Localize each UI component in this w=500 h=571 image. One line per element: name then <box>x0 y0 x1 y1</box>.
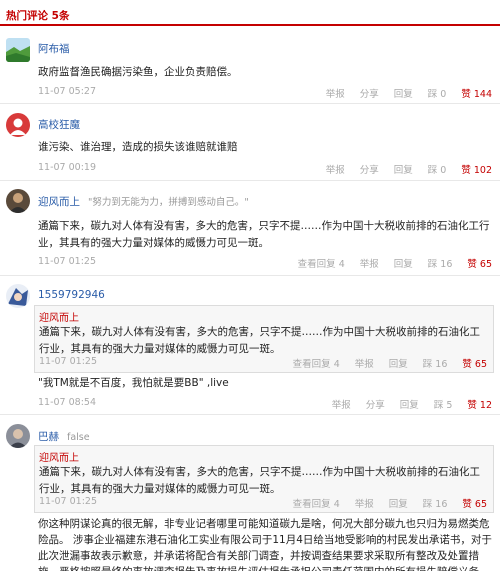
comment-username[interactable]: 迎风而上 <box>38 196 80 208</box>
quoted-text: 通篇下来，碳九对人体有没有害，多大的危害，只字不提……作为中国十大税收前排的石油… <box>39 326 480 355</box>
comment-item: 高校狂魔 谁污染、谁治理，造成的损失该谁赔就谁赔 11-07 00:19 举报 … <box>0 104 500 181</box>
like-button[interactable]: 赞 12 <box>467 397 492 411</box>
report-button[interactable]: 举报 <box>332 397 351 411</box>
user-silhouette-icon <box>10 118 26 135</box>
quoted-comment: 迎风而上 通篇下来，碳九对人体有没有害，多大的危害，只字不提……作为中国十大税收… <box>34 305 494 373</box>
comment-actions: 举报 分享 回复 踩 0 赞 144 <box>326 86 492 100</box>
photo-avatar-icon <box>6 424 30 448</box>
avatar-anime[interactable] <box>6 284 30 308</box>
reply-button[interactable]: 回复 <box>394 162 413 176</box>
comment-item: 迎风而上 "努力到无能为力，拼搏到感动自己。" 通篇下来，碳九对人体有没有害，多大… <box>0 181 500 276</box>
quoted-meta: 11-07 01:25 查看回复 4 举报 回复 踩 16 赞 65 <box>39 496 487 510</box>
comment-username[interactable]: 高校狂魔 <box>38 117 80 132</box>
dislike-button[interactable]: 踩 0 <box>428 162 447 176</box>
report-button[interactable]: 举报 <box>355 496 374 510</box>
like-button[interactable]: 赞 65 <box>462 356 487 370</box>
comment-text: 谁污染、谁治理，造成的损失该谁赔就谁赔 <box>38 141 238 153</box>
user-signature: "努力到无能为力，拼搏到感动自己。" <box>88 197 249 208</box>
comment-time: 11-07 05:27 <box>38 86 97 97</box>
comment-time: 11-07 08:54 <box>38 397 97 408</box>
comment-username[interactable]: 阿布福 <box>38 41 70 56</box>
comment-text: 政府监督渔民确据污染鱼，企业负责赔偿。 <box>38 66 238 78</box>
report-button[interactable]: 举报 <box>360 256 379 270</box>
comment-text: "我TM就是不百度，我怕就是要BB" ,live <box>38 377 229 389</box>
share-button[interactable]: 分享 <box>360 162 379 176</box>
share-button[interactable]: 分享 <box>366 397 385 411</box>
quoted-username[interactable]: 迎风而上 <box>39 449 79 464</box>
quoted-username[interactable]: 迎风而上 <box>39 309 79 324</box>
reply-button[interactable]: 回复 <box>400 397 419 411</box>
user-signature: false <box>67 432 90 443</box>
dislike-button[interactable]: 踩 5 <box>434 397 453 411</box>
quoted-comment: 迎风而上 通篇下来，碳九对人体有没有害，多大的危害，只字不提……作为中国十大税收… <box>34 445 494 513</box>
comment-meta: 11-07 08:54 举报 分享 回复 踩 5 赞 12 <box>38 397 492 411</box>
avatar-photo[interactable] <box>6 424 30 448</box>
comment-meta: 11-07 05:27 举报 分享 回复 踩 0 赞 144 <box>38 86 492 100</box>
dislike-button[interactable]: 踩 16 <box>423 496 448 510</box>
anime-avatar-icon <box>6 284 30 308</box>
quoted-actions: 查看回复 4 举报 回复 踩 16 赞 65 <box>293 356 487 370</box>
like-button[interactable]: 赞 65 <box>467 256 492 270</box>
quoted-actions: 查看回复 4 举报 回复 踩 16 赞 65 <box>293 496 487 510</box>
comment-username-row: 巴赫 false <box>38 429 90 444</box>
avatar-default[interactable] <box>6 113 30 137</box>
like-button[interactable]: 赞 65 <box>462 496 487 510</box>
comment-actions: 举报 分享 回复 踩 5 赞 12 <box>332 397 492 411</box>
comment-time: 11-07 00:19 <box>38 162 97 173</box>
view-replies-button[interactable]: 查看回复 4 <box>293 496 340 510</box>
like-button[interactable]: 赞 102 <box>461 162 492 176</box>
quoted-time: 11-07 01:25 <box>39 356 98 367</box>
quoted-text: 通篇下来，碳九对人体有没有害，多大的危害，只字不提……作为中国十大税收前排的石油… <box>39 466 480 495</box>
hot-comments-title: 热门评论 5条 <box>6 10 70 22</box>
comment-username-row: 迎风而上 "努力到无能为力，拼搏到感动自己。" <box>38 194 249 209</box>
avatar-landscape[interactable] <box>6 38 30 62</box>
dislike-button[interactable]: 踩 0 <box>428 86 447 100</box>
comment-username[interactable]: 1559792946 <box>38 289 105 301</box>
comment-meta: 11-07 01:25 查看回复 4 举报 回复 踩 16 赞 65 <box>38 256 492 270</box>
comment-text: 通篇下来，碳九对人体有没有害，多大的危害，只字不提……作为中国十大税收前排的石油… <box>38 220 490 249</box>
report-button[interactable]: 举报 <box>326 86 345 100</box>
avatar-photo[interactable] <box>6 189 30 213</box>
comment-username[interactable]: 巴赫 <box>38 431 59 443</box>
quoted-time: 11-07 01:25 <box>39 496 98 507</box>
view-replies-button[interactable]: 查看回复 4 <box>298 256 345 270</box>
report-button[interactable]: 举报 <box>355 356 374 370</box>
dislike-button[interactable]: 踩 16 <box>423 356 448 370</box>
quoted-meta: 11-07 01:25 查看回复 4 举报 回复 踩 16 赞 65 <box>39 356 487 370</box>
reply-button[interactable]: 回复 <box>394 86 413 100</box>
like-button[interactable]: 赞 144 <box>461 86 492 100</box>
comment-item: 阿布福 政府监督渔民确据污染鱼，企业负责赔偿。 11-07 05:27 举报 分… <box>0 28 500 104</box>
comment-item: 1559792946 迎风而上 通篇下来，碳九对人体有没有害，多大的危害，只字不… <box>0 276 500 415</box>
dislike-button[interactable]: 踩 16 <box>428 256 453 270</box>
comment-meta: 11-07 00:19 举报 分享 回复 踩 0 赞 102 <box>38 162 492 176</box>
share-button[interactable]: 分享 <box>360 86 379 100</box>
comment-time: 11-07 01:25 <box>38 256 97 267</box>
reply-button[interactable]: 回复 <box>389 356 408 370</box>
photo-avatar-icon <box>6 189 30 213</box>
report-button[interactable]: 举报 <box>326 162 345 176</box>
comment-actions: 举报 分享 回复 踩 0 赞 102 <box>326 162 492 176</box>
reply-button[interactable]: 回复 <box>389 496 408 510</box>
view-replies-button[interactable]: 查看回复 4 <box>293 356 340 370</box>
hot-comments-header: 热门评论 5条 <box>0 0 500 26</box>
comment-text: 你这种阴谋论真的很无解，非专业记者哪里可能知道碳九是啥，何况大部分碳九也只归为易… <box>38 518 492 571</box>
comment-actions: 查看回复 4 举报 回复 踩 16 赞 65 <box>298 256 492 270</box>
reply-button[interactable]: 回复 <box>394 256 413 270</box>
landscape-avatar-icon <box>6 38 30 62</box>
